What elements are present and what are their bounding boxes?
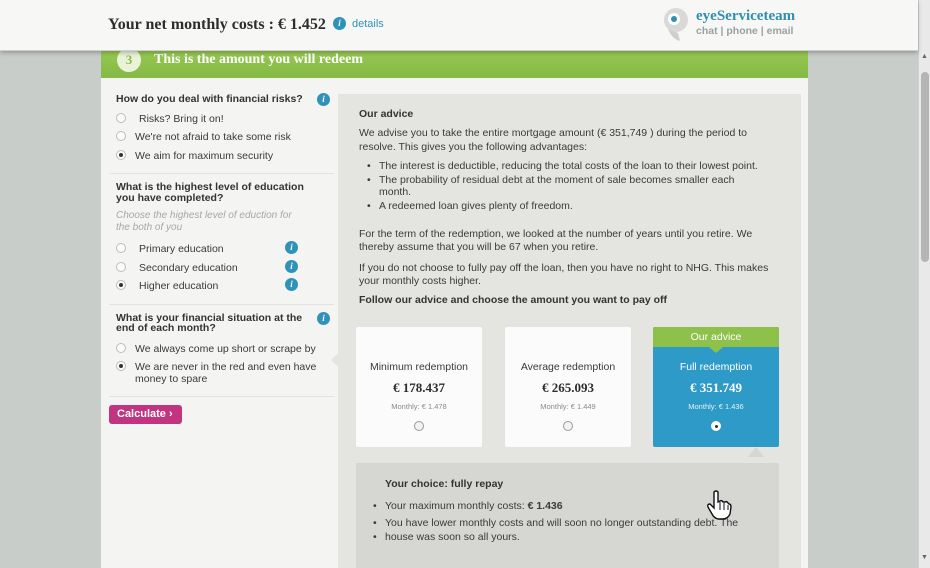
advice-text: If you do not choose to fully pay off th… bbox=[359, 262, 769, 274]
option-title: Average redemption bbox=[520, 361, 616, 373]
calculate-label: Calculate bbox=[117, 408, 166, 420]
option-label: We are never in the red and even have bbox=[135, 361, 317, 373]
option-label: We always come up short or scrape by bbox=[135, 343, 316, 355]
option-monthly: Monthly: € 1.478 bbox=[391, 402, 447, 411]
info-icon[interactable]: i bbox=[285, 241, 298, 254]
option-monthly: Monthly: € 1.436 bbox=[688, 402, 744, 411]
brand-name[interactable]: eyeServiceteam bbox=[696, 8, 795, 25]
option-card-average[interactable]: Average redemption € 265.093 Monthly: € … bbox=[505, 327, 631, 447]
option-label: Primary education bbox=[139, 243, 224, 255]
our-advice-tag: Our advice bbox=[653, 327, 779, 353]
advice-bullet: The interest is deductible, reducing the… bbox=[367, 160, 767, 172]
divider bbox=[109, 396, 334, 397]
radio-maximum-security[interactable] bbox=[116, 150, 126, 160]
choice-text: house was soon so all yours. bbox=[373, 530, 753, 544]
option-card-full[interactable]: Our advice Full redemption € 351.749 Mon… bbox=[653, 327, 779, 447]
option-label: money to spare bbox=[135, 373, 208, 385]
option-label: Risks? Bring it on! bbox=[139, 113, 224, 125]
advice-pointer bbox=[331, 352, 339, 368]
education-hint-line2: the both of you bbox=[116, 222, 183, 233]
advice-text: month. bbox=[379, 186, 412, 198]
education-hint-line1: Choose the highest level of eduction for bbox=[116, 210, 292, 221]
advice-text: resolve. This gives you the following ad… bbox=[359, 141, 588, 153]
divider bbox=[109, 304, 334, 305]
option-title: Full redemption bbox=[679, 361, 753, 373]
radio-minimum-redemption[interactable] bbox=[414, 421, 424, 431]
advice-title: Our advice bbox=[359, 108, 414, 120]
radio-higher-education[interactable] bbox=[116, 280, 126, 290]
radio-average-redemption[interactable] bbox=[563, 421, 573, 431]
advice-text: We advise you to take the entire mortgag… bbox=[359, 127, 747, 139]
eye-logo-icon bbox=[664, 8, 688, 41]
advice-text: thereby assume that you will be 67 when … bbox=[359, 241, 599, 253]
follow-advice-heading: Follow our advice and choose the amount … bbox=[359, 294, 668, 306]
advice-text: your monthly costs higher. bbox=[359, 275, 481, 287]
option-amount: € 351.749 bbox=[690, 380, 742, 395]
option-label: We aim for maximum security bbox=[135, 150, 274, 162]
choice-text-line: house was soon so all yours. bbox=[385, 531, 520, 543]
radio-full-redemption[interactable] bbox=[711, 421, 721, 431]
choice-title: Your choice: fully repay bbox=[385, 478, 504, 490]
step-title: This is the amount you will redeem bbox=[154, 52, 363, 67]
radio-some-risk[interactable] bbox=[116, 131, 126, 141]
step-number: 3 bbox=[117, 48, 141, 72]
radio-never-in-red[interactable] bbox=[116, 361, 126, 371]
info-icon[interactable]: i bbox=[317, 93, 330, 106]
option-card-minimum[interactable]: Minimum redemption € 178.437 Monthly: € … bbox=[356, 327, 482, 447]
radio-secondary-education[interactable] bbox=[116, 262, 126, 272]
info-icon[interactable]: i bbox=[317, 312, 330, 325]
question-education-line2: you have completed? bbox=[116, 192, 224, 204]
choice-text: Your maximum monthly costs: bbox=[385, 500, 528, 512]
question-financial-situation-line2: end of each month? bbox=[116, 322, 216, 334]
top-bar: Your net monthly costs : € 1.452 i detai… bbox=[0, 0, 918, 51]
hand-cursor-icon bbox=[707, 490, 732, 520]
net-monthly-costs: Your net monthly costs : € 1.452 bbox=[108, 16, 326, 33]
chevron-right-icon: › bbox=[168, 408, 173, 420]
question-financial-risks: How do you deal with financial risks? bbox=[116, 93, 303, 105]
scroll-down-icon[interactable]: ▼ bbox=[921, 554, 928, 561]
scroll-up-icon[interactable]: ▲ bbox=[921, 53, 928, 60]
contact-options[interactable]: chat | phone | email bbox=[696, 25, 793, 37]
max-monthly-cost: € 1.436 bbox=[527, 500, 563, 512]
choice-bullet: Your maximum monthly costs: € 1.436 bbox=[373, 499, 753, 513]
info-icon[interactable]: i bbox=[285, 278, 298, 291]
calculate-button[interactable]: Calculate › bbox=[109, 405, 182, 424]
info-icon[interactable]: i bbox=[333, 17, 346, 30]
scroll-thumb[interactable] bbox=[921, 72, 929, 262]
option-label: Secondary education bbox=[139, 262, 238, 274]
details-link[interactable]: details bbox=[352, 18, 384, 30]
choice-bullet: You have lower monthly costs and will so… bbox=[373, 516, 753, 530]
advice-text: For the term of the redemption, we looke… bbox=[359, 228, 753, 240]
choice-pointer bbox=[748, 447, 764, 457]
radio-come-up-short[interactable] bbox=[116, 343, 126, 353]
option-label: Higher education bbox=[139, 280, 219, 292]
option-monthly: Monthly: € 1.449 bbox=[540, 402, 596, 411]
info-icon[interactable]: i bbox=[285, 260, 298, 273]
advice-bullet: A redeemed loan gives plenty of freedom. bbox=[367, 200, 767, 212]
radio-risks-bring-it-on[interactable] bbox=[116, 113, 126, 123]
divider bbox=[109, 173, 334, 174]
option-amount: € 265.093 bbox=[542, 380, 594, 395]
option-amount: € 178.437 bbox=[393, 380, 445, 395]
page-scrollbar[interactable]: ▲ ▼ bbox=[918, 0, 930, 568]
option-label: We're not afraid to take some risk bbox=[135, 131, 291, 143]
radio-primary-education[interactable] bbox=[116, 243, 126, 253]
option-title: Minimum redemption bbox=[369, 361, 469, 373]
